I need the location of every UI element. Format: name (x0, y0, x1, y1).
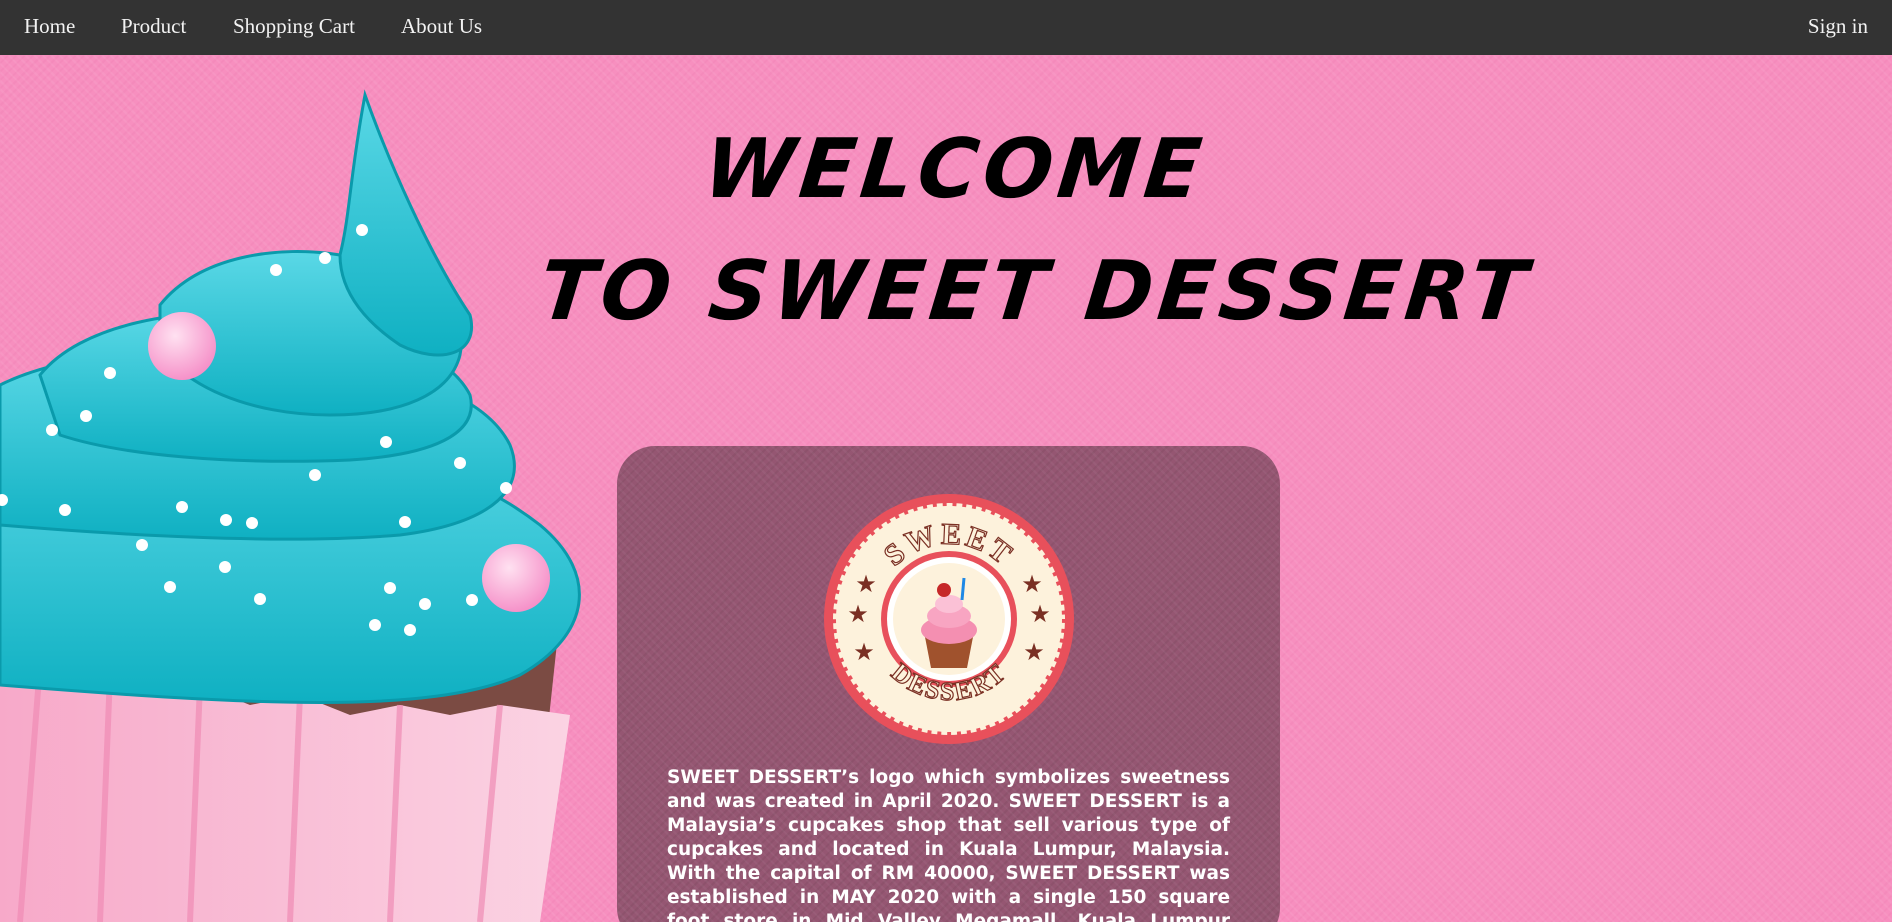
nav-about-us-link[interactable]: About Us (401, 0, 482, 55)
svg-text:★: ★ (1029, 600, 1051, 628)
nav-home-link[interactable]: Home (24, 0, 75, 55)
top-navbar: Home Product Shopping Cart About Us Sign… (0, 0, 1892, 55)
welcome-heading-line1: WELCOME (699, 122, 1211, 217)
nav-sign-in-link[interactable]: Sign in (1808, 0, 1868, 55)
nav-product-link[interactable]: Product (121, 0, 186, 55)
svg-text:★: ★ (1021, 570, 1043, 598)
about-card: ★ ★ ★ ★ ★ ★ SWEET DESSERT SWEET DESSERT’… (617, 446, 1280, 922)
svg-text:★: ★ (853, 638, 875, 666)
nav-shopping-cart-link[interactable]: Shopping Cart (233, 0, 355, 55)
welcome-heading-line2: TO SWEET DESSERT (535, 244, 1536, 339)
svg-text:★: ★ (1023, 638, 1045, 666)
svg-text:★: ★ (855, 570, 877, 598)
cupcake-illustration (0, 89, 581, 922)
about-description: SWEET DESSERT’s logo which symbolizes sw… (667, 767, 1230, 922)
svg-text:★: ★ (847, 600, 869, 628)
sweet-dessert-logo: ★ ★ ★ ★ ★ ★ SWEET DESSERT (824, 494, 1074, 744)
